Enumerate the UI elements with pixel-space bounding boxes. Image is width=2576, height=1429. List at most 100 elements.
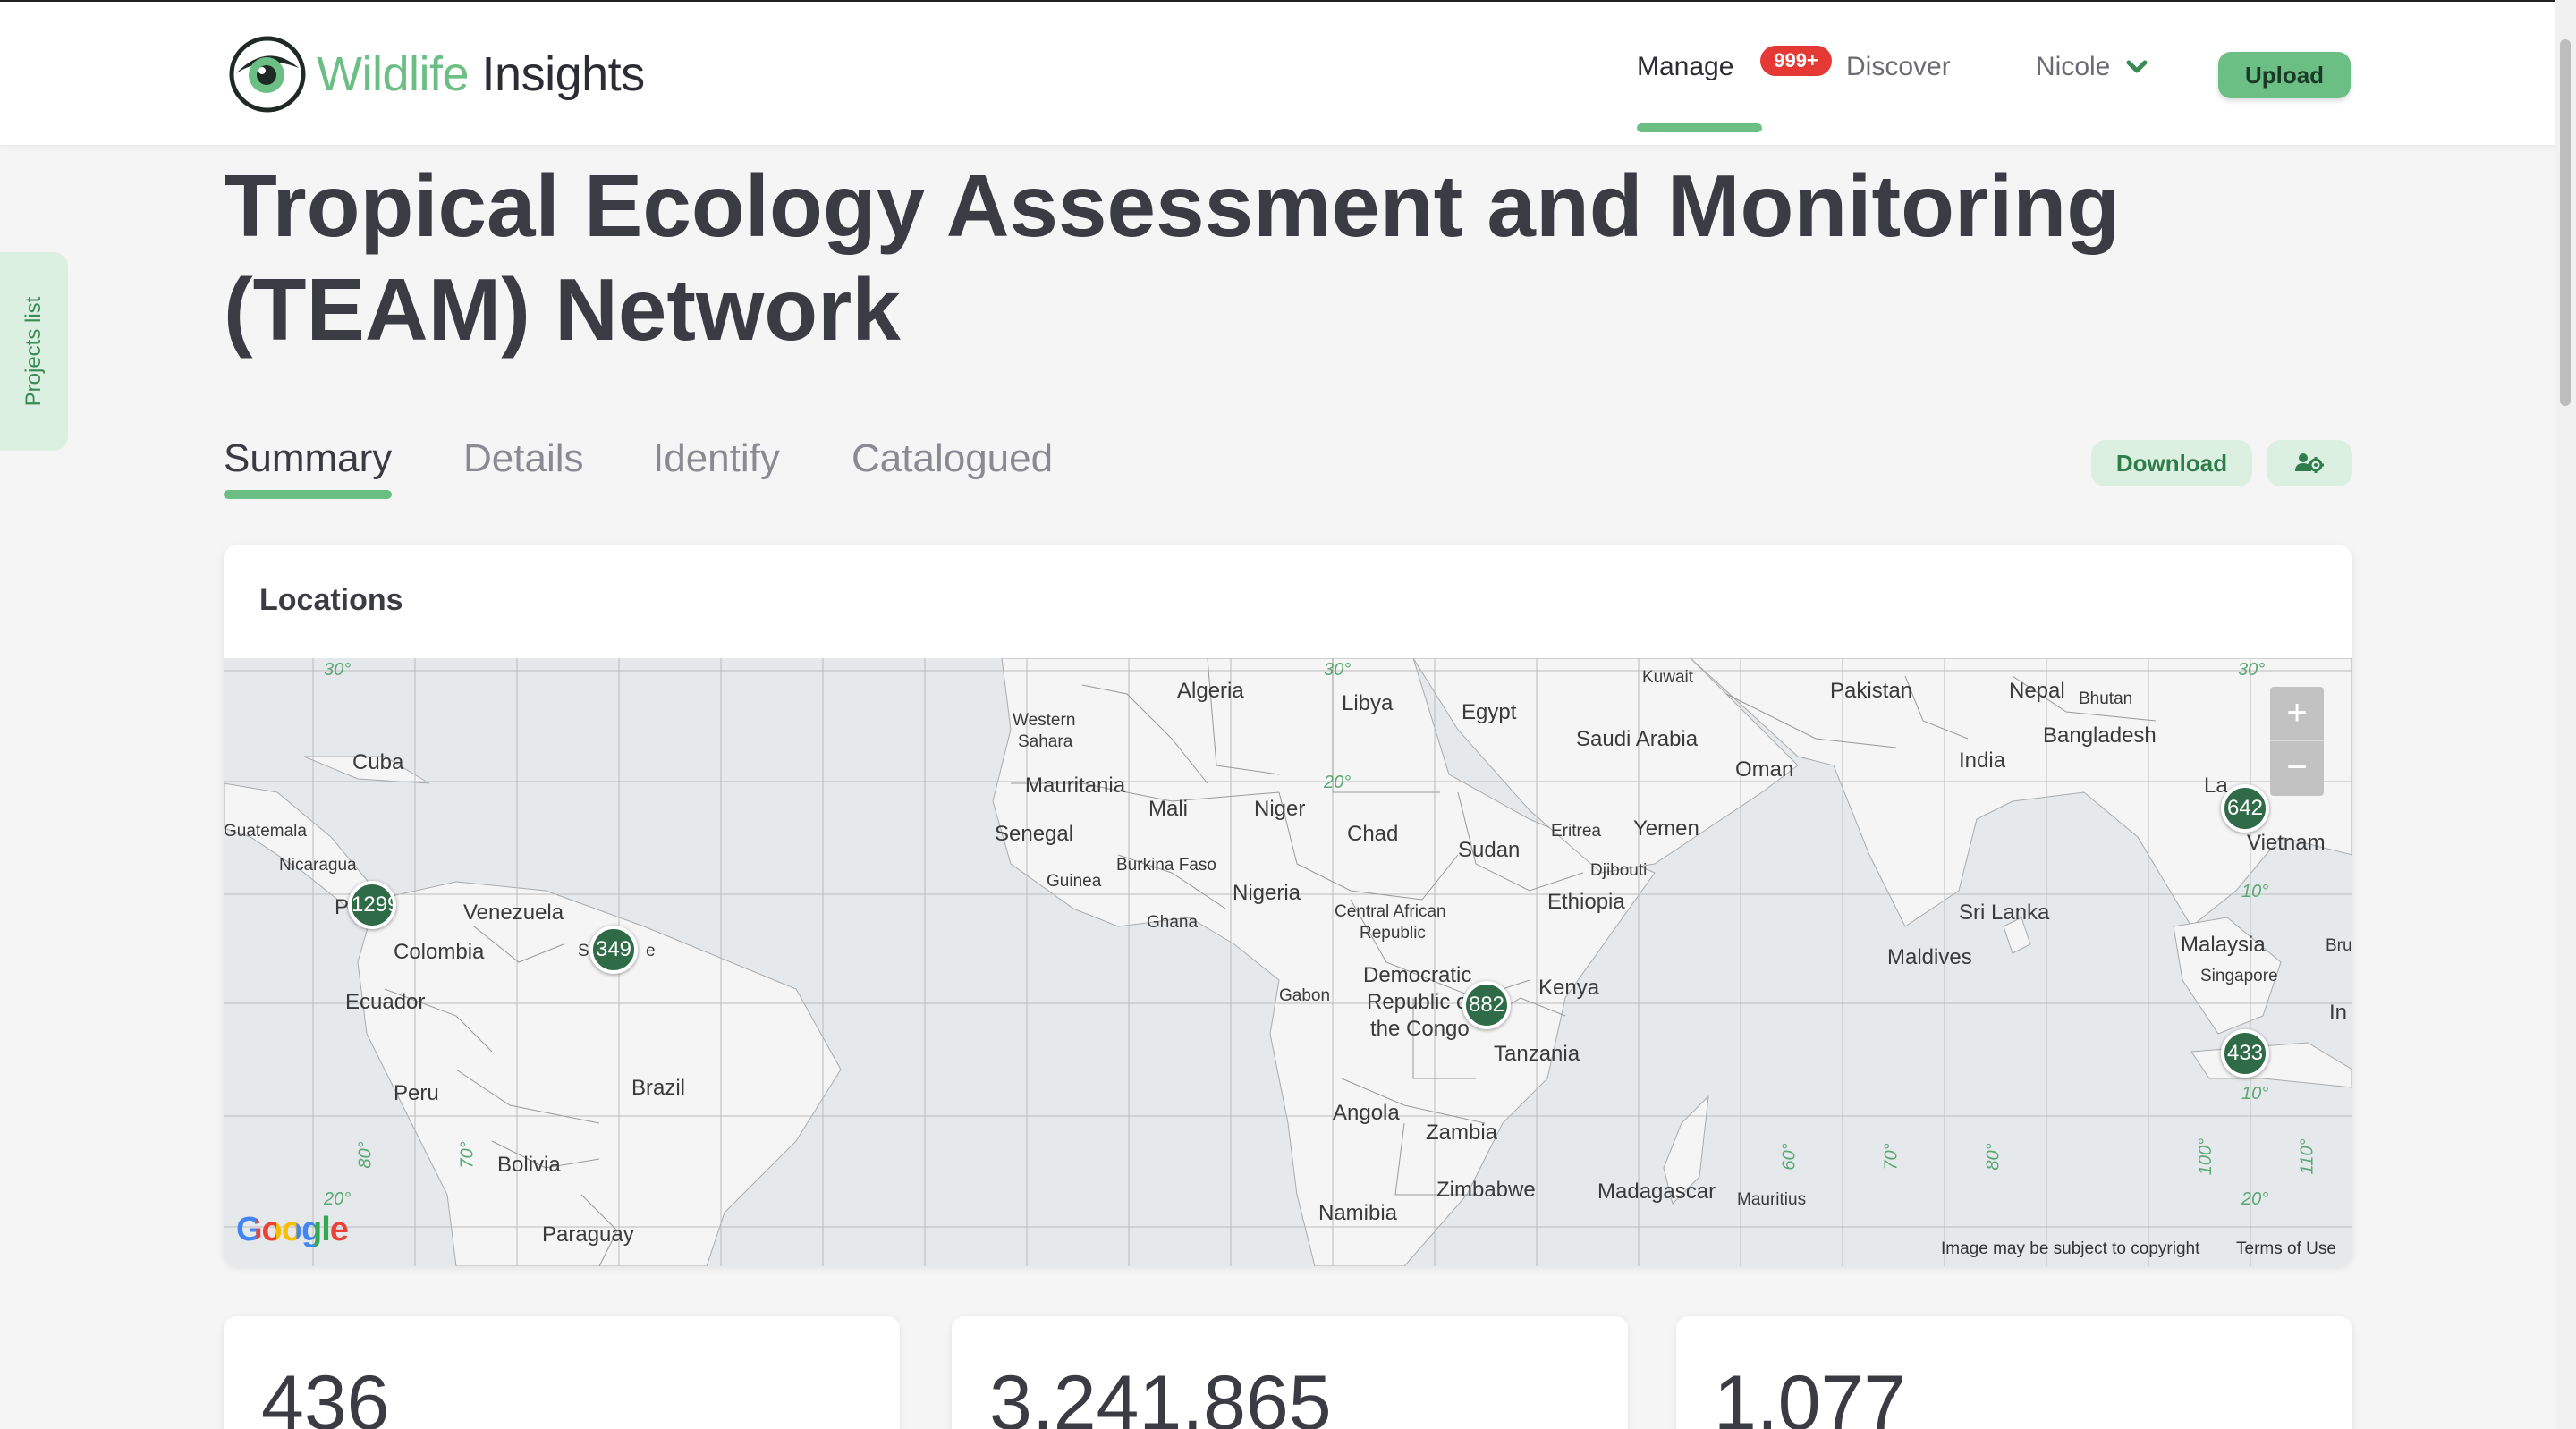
map-label-brazil: Brazil bbox=[631, 1076, 686, 1100]
map-label-gabon: Gabon bbox=[1279, 986, 1331, 1005]
scrollbar-thumb[interactable] bbox=[2560, 39, 2571, 406]
stat-value: 1,077 bbox=[1714, 1360, 1907, 1429]
notification-badge: 999+ bbox=[1760, 46, 1832, 76]
tab-identify[interactable]: Identify bbox=[653, 436, 780, 481]
logo-wordmark: Wildlife Insights bbox=[317, 47, 645, 102]
map-label-namibia: Namibia bbox=[1318, 1201, 1398, 1225]
map-label-djibouti: Djibouti bbox=[1590, 861, 1648, 880]
map-label-madagascar: Madagascar bbox=[1597, 1180, 1716, 1204]
lon-label-80: 80° bbox=[355, 1141, 376, 1169]
page-title: Tropical Ecology Assessment and Monitori… bbox=[224, 156, 2121, 359]
google-wordmark: Google bbox=[236, 1211, 349, 1248]
location-cluster-marker[interactable]: 1299 bbox=[348, 881, 396, 929]
map-label-cuba: Cuba bbox=[352, 750, 404, 774]
user-menu[interactable]: Nicole bbox=[2036, 52, 2148, 82]
map-label-nicaragua: Nicaragua bbox=[279, 856, 357, 875]
map-label-mauritania: Mauritania bbox=[1025, 774, 1126, 798]
map-label-car-1: Central African bbox=[1335, 902, 1446, 921]
lat-label-30-center: 30° bbox=[1324, 660, 1352, 680]
google-logo: Google bbox=[236, 1211, 349, 1249]
lon-label-70-east: 70° bbox=[1881, 1143, 1902, 1171]
lat-label-30-west: 30° bbox=[324, 660, 352, 680]
tab-details[interactable]: Details bbox=[463, 436, 584, 481]
map-label-pakistan: Pakistan bbox=[1830, 679, 1913, 703]
location-cluster-marker[interactable]: 882 bbox=[1462, 981, 1511, 1029]
map-label-burkina-faso: Burkina Faso bbox=[1116, 856, 1216, 875]
zoom-in-button[interactable]: + bbox=[2270, 687, 2324, 741]
tab-active-underline bbox=[224, 490, 392, 499]
logo-word-insights: Insights bbox=[481, 47, 646, 101]
land-indonesia bbox=[2190, 1042, 2352, 1088]
location-cluster-marker[interactable]: 642 bbox=[2221, 784, 2269, 833]
map-label-bolivia: Bolivia bbox=[497, 1153, 561, 1177]
chevron-down-icon bbox=[2126, 60, 2148, 73]
map-label-bru: Bru bbox=[2326, 936, 2352, 955]
upload-button[interactable]: Upload bbox=[2218, 52, 2351, 98]
map-label-drc-1: Democratic bbox=[1363, 963, 1472, 987]
map-label-in: In bbox=[2329, 1001, 2348, 1025]
map-label-india: India bbox=[1959, 748, 2006, 773]
map-label-paraguay: Paraguay bbox=[542, 1222, 634, 1247]
map-label-peru: Peru bbox=[394, 1081, 439, 1105]
lat-label-20-center: 20° bbox=[1324, 773, 1352, 792]
map-label-eritrea: Eritrea bbox=[1551, 822, 1601, 841]
map-label-egypt: Egypt bbox=[1462, 700, 1517, 724]
user-name: Nicole bbox=[2036, 52, 2111, 81]
lon-label-70: 70° bbox=[457, 1141, 478, 1169]
map-label-colombia: Colombia bbox=[394, 940, 485, 964]
users-gear-icon bbox=[2295, 453, 2324, 473]
lat-label-20-west: 20° bbox=[324, 1189, 352, 1209]
map-label-s: S bbox=[578, 942, 589, 960]
map-label-sudan: Sudan bbox=[1458, 838, 1521, 862]
zoom-out-button[interactable]: − bbox=[2270, 741, 2324, 796]
map-label-vietnam: Vietnam bbox=[2247, 831, 2326, 855]
map-label-ethiopia: Ethiopia bbox=[1547, 890, 1625, 914]
stat-card: 3,241,865 bbox=[952, 1316, 1628, 1429]
map-label-ecuador: Ecuador bbox=[345, 990, 426, 1014]
map-label-malaysia: Malaysia bbox=[2181, 933, 2266, 957]
map-label-bangladesh: Bangladesh bbox=[2043, 723, 2157, 748]
download-button[interactable]: Download bbox=[2091, 440, 2252, 486]
map-label-western-sahara-2: Sahara bbox=[1018, 732, 1073, 751]
map-label-senegal: Senegal bbox=[995, 822, 1074, 846]
nav-manage[interactable]: Manage bbox=[1637, 52, 1733, 82]
lat-label-10-north: 10° bbox=[2241, 882, 2269, 901]
project-users-settings-button[interactable] bbox=[2267, 440, 2352, 486]
map-label-ghana: Ghana bbox=[1147, 913, 1199, 932]
lon-label-110: 110° bbox=[2297, 1138, 2318, 1175]
tab-summary[interactable]: Summary bbox=[224, 436, 392, 481]
map-label-maldives: Maldives bbox=[1887, 945, 1972, 969]
locations-card: Locations 30° 30° 30° 20° 10° 10° 20° 20… bbox=[224, 545, 2352, 1266]
top-navigation-bar: Wildlife Insights Manage 999+ Discover N… bbox=[0, 0, 2576, 145]
projects-list-label: Projects list bbox=[21, 296, 46, 407]
projects-list-tab[interactable]: Projects list bbox=[0, 252, 68, 451]
map-label-drc-3: the Congo bbox=[1370, 1017, 1470, 1041]
tab-catalogued[interactable]: Catalogued bbox=[852, 436, 1053, 481]
lon-label-80-east: 80° bbox=[1983, 1143, 2004, 1171]
map-label-zimbabwe: Zimbabwe bbox=[1436, 1178, 1536, 1202]
nav-discover[interactable]: Discover bbox=[1846, 52, 1951, 82]
map-terms-link[interactable]: Terms of Use bbox=[2236, 1239, 2336, 1259]
nav-active-underline bbox=[1637, 123, 1762, 132]
map-label-e: e bbox=[646, 942, 656, 960]
map-label-angola: Angola bbox=[1333, 1101, 1400, 1125]
stat-value: 3,241,865 bbox=[989, 1360, 1332, 1429]
lon-label-60: 60° bbox=[1779, 1143, 1800, 1171]
locations-title: Locations bbox=[259, 583, 403, 617]
location-cluster-marker[interactable]: 349 bbox=[589, 926, 638, 974]
map-zoom-controls: + − bbox=[2270, 687, 2324, 796]
map-copyright-notice: Image may be subject to copyright bbox=[1941, 1239, 2200, 1258]
map-label-niger: Niger bbox=[1254, 797, 1306, 821]
map-label-sri-lanka: Sri Lanka bbox=[1959, 901, 2050, 925]
map-label-singapore: Singapore bbox=[2200, 967, 2278, 985]
map-label-saudi-arabia: Saudi Arabia bbox=[1576, 727, 1699, 751]
map-label-venezuela: Venezuela bbox=[463, 901, 564, 925]
map-label-tanzania: Tanzania bbox=[1494, 1042, 1580, 1066]
stat-card: 1,077 bbox=[1676, 1316, 2352, 1429]
location-cluster-marker[interactable]: 433 bbox=[2221, 1029, 2269, 1078]
logo-word-wildlife: Wildlife bbox=[317, 47, 470, 101]
map-label-nepal: Nepal bbox=[2009, 679, 2065, 703]
map-label-kenya: Kenya bbox=[1538, 976, 1600, 1000]
locations-map[interactable]: 30° 30° 30° 20° 10° 10° 20° 20° 80° 70° … bbox=[224, 658, 2352, 1266]
wildlife-insights-logo[interactable]: Wildlife Insights bbox=[227, 34, 645, 114]
